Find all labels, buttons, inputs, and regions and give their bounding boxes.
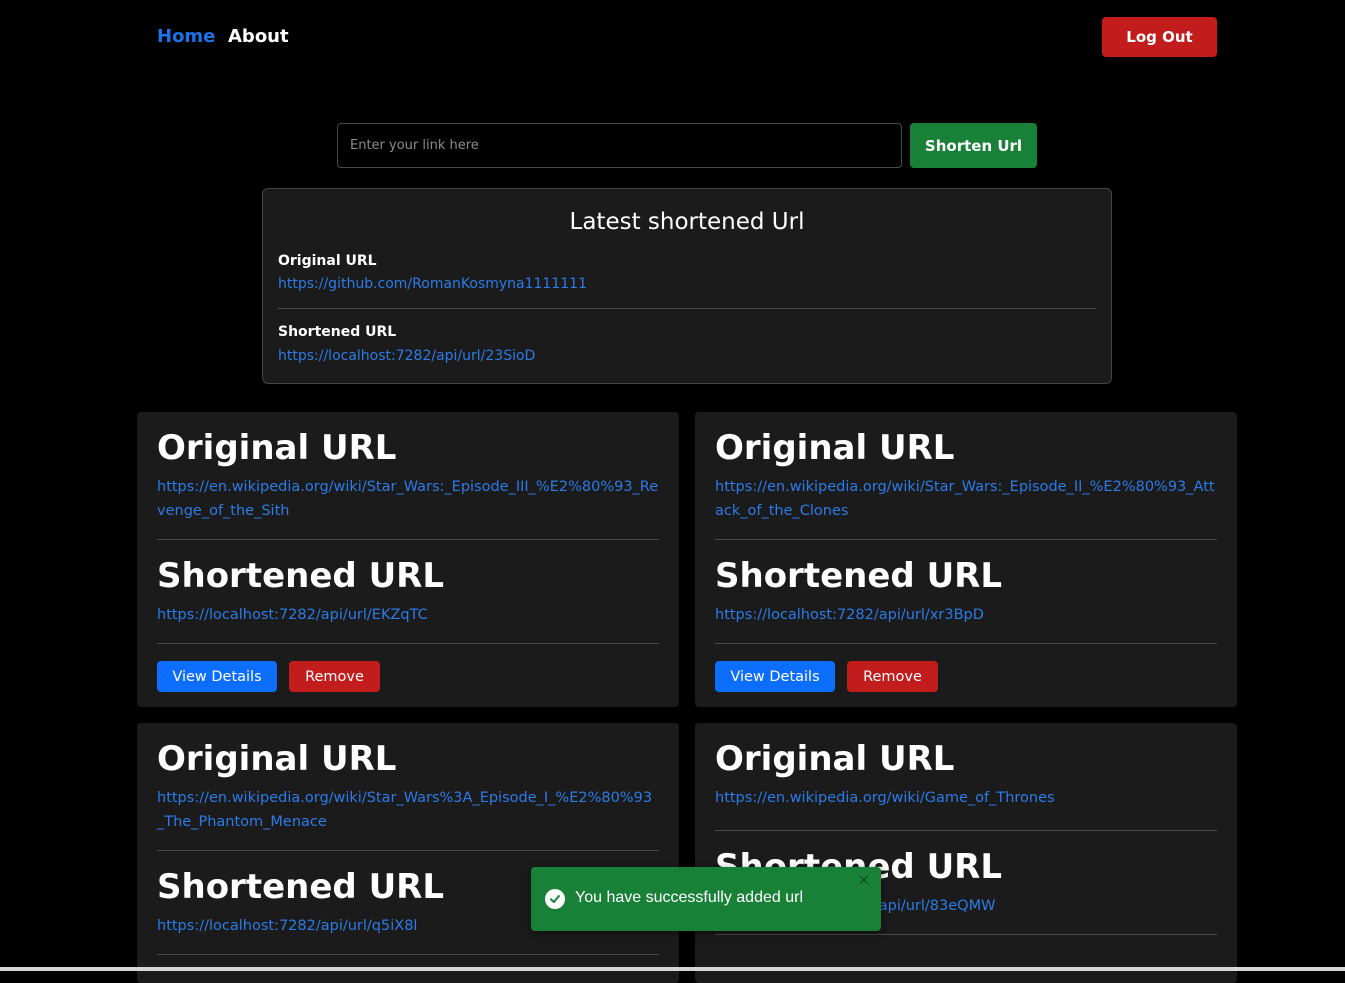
nav-about-link[interactable]: About [228,26,289,47]
divider [715,830,1217,831]
check-circle-icon [545,889,565,909]
divider [157,850,659,851]
original-url-link[interactable]: https://en.wikipedia.org/wiki/Star_Wars:… [715,475,1217,523]
latest-shortened-link[interactable]: https://localhost:7282/api/url/23SioD [278,348,535,364]
logout-button[interactable]: Log Out [1102,17,1217,57]
close-icon[interactable]: ✕ [858,873,870,889]
divider [278,308,1096,309]
divider [157,954,659,955]
original-url-heading: Original URL [715,428,955,468]
shortened-url-heading: Shortened URL [157,556,445,596]
success-toast: You have successfully added url ✕ [531,867,881,931]
original-url-link[interactable]: https://en.wikipedia.org/wiki/Star_Wars:… [157,475,659,523]
card-actions: View Details Remove [157,661,659,692]
divider [157,643,659,644]
remove-button[interactable]: Remove [847,661,938,692]
original-url-heading: Original URL [715,739,955,779]
original-url-heading: Original URL [157,428,397,468]
original-url-link[interactable]: https://en.wikipedia.org/wiki/Star_Wars%… [157,786,659,834]
divider [157,539,659,540]
toast-message: You have successfully added url [575,889,803,906]
url-card: Original URL https://en.wikipedia.org/wi… [137,412,679,707]
divider [715,934,1217,935]
latest-shortened-label: Shortened URL [278,324,397,340]
card-actions: View Details Remove [715,661,1217,692]
remove-button[interactable]: Remove [289,661,380,692]
nav-home-link[interactable]: Home [157,26,215,47]
original-url-link[interactable]: https://en.wikipedia.org/wiki/Game_of_Th… [715,786,1217,810]
view-details-button[interactable]: View Details [157,661,277,692]
shortened-url-link[interactable]: https://localhost:7282/api/url/xr3BpD [715,603,1217,627]
divider [715,539,1217,540]
url-card: Original URL https://en.wikipedia.org/wi… [137,723,679,983]
latest-card-title: Latest shortened Url [569,209,805,235]
original-url-heading: Original URL [157,739,397,779]
shortened-url-heading: Shortened URL [715,556,1003,596]
divider [715,643,1217,644]
view-details-button[interactable]: View Details [715,661,835,692]
horizontal-scrollbar[interactable] [0,967,1345,971]
url-card: Original URL https://en.wikipedia.org/wi… [695,723,1237,983]
url-card: Original URL https://en.wikipedia.org/wi… [695,412,1237,707]
url-input[interactable]: Enter your link here [337,123,902,168]
latest-original-label: Original URL [278,253,377,269]
shorten-url-button[interactable]: Shorten Url [910,123,1037,168]
shortened-url-link[interactable]: https://localhost:7282/api/url/EKZqTC [157,603,659,627]
latest-original-link[interactable]: https://github.com/RomanKosmyna1111111 [278,276,587,292]
latest-shortened-card: Latest shortened Url Original URL https:… [262,188,1112,384]
